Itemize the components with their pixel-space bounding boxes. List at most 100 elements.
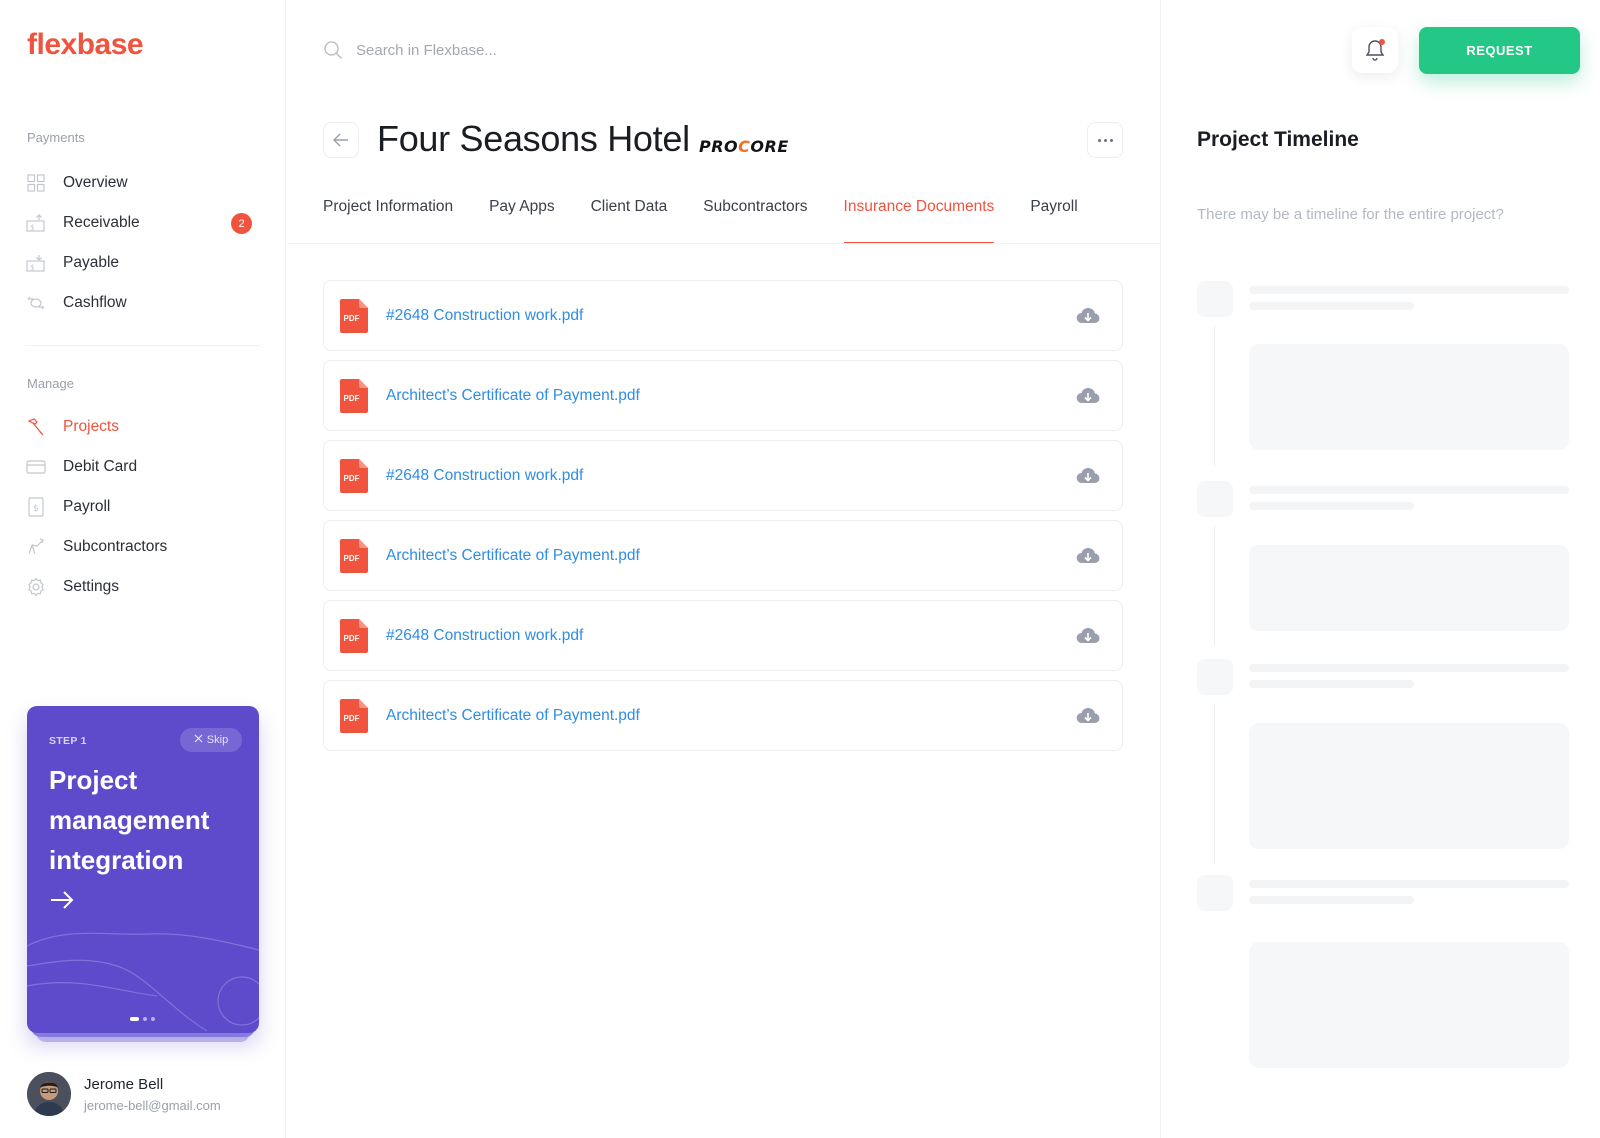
notification-dot	[1379, 39, 1385, 45]
skeleton-line	[1249, 502, 1414, 510]
sidebar-item-payable[interactable]: $ Payable	[26, 243, 260, 283]
document-row[interactable]: PDF Architect’s Certificate of Payment.pd…	[323, 520, 1123, 591]
document-row[interactable]: PDF #2648 Construction work.pdf	[323, 280, 1123, 351]
pagination-dot-active[interactable]	[130, 1017, 139, 1021]
project-tabs: Project Information Pay Apps Client Data…	[323, 194, 1114, 244]
sidebar-item-label: Settings	[63, 578, 120, 595]
hammer-icon	[26, 417, 46, 437]
svg-text:$: $	[30, 264, 34, 272]
avatar[interactable]	[27, 1072, 71, 1116]
timeline-hint: There may be a timeline for the entire p…	[1197, 206, 1504, 223]
skeleton-connector	[1214, 326, 1215, 466]
gear-icon	[26, 577, 46, 597]
document-list: PDF #2648 Construction work.pdf PDF Archite…	[323, 280, 1123, 760]
promo-step: STEP 1	[49, 735, 87, 747]
sidebar-item-debit-card[interactable]: Debit Card	[26, 447, 260, 487]
brand-logo-part: ORE	[750, 137, 789, 156]
sidebar-item-label: Receivable	[63, 214, 140, 231]
pdf-file-icon: PDF	[340, 298, 368, 333]
document-row[interactable]: PDF Architect’s Certificate of Payment.pd…	[323, 680, 1123, 751]
document-link[interactable]: Architect’s Certificate of Payment.pdf	[386, 547, 640, 565]
project-timeline-panel: REQUEST Project Timeline There may be a …	[1160, 0, 1600, 1138]
pdf-file-icon: PDF	[340, 458, 368, 493]
cashflow-icon	[26, 293, 46, 313]
payroll-icon: $	[26, 497, 46, 517]
cloud-download-icon[interactable]	[1076, 305, 1100, 327]
promo-skip-button[interactable]: Skip	[180, 728, 242, 752]
tab-project-information[interactable]: Project Information	[323, 194, 453, 244]
skeleton-block	[1197, 281, 1233, 317]
nav-section-manage: Manage	[27, 376, 74, 391]
arrow-left-icon	[333, 133, 348, 147]
document-link[interactable]: #2648 Construction work.pdf	[386, 307, 583, 325]
promo-card[interactable]: STEP 1 Skip Project management integrati…	[27, 706, 259, 1033]
sidebar-item-cashflow[interactable]: Cashflow	[26, 283, 260, 323]
pagination-dot[interactable]	[151, 1017, 155, 1021]
user-name: Jerome Bell	[84, 1075, 164, 1093]
user-profile[interactable]: Jerome Bell jerome-bell@gmail.com	[27, 1072, 221, 1116]
tab-payroll[interactable]: Payroll	[1030, 194, 1077, 244]
app-logo[interactable]: flexbase	[27, 28, 144, 62]
brand-logo-part: C	[738, 137, 751, 156]
cloud-download-icon[interactable]	[1076, 705, 1100, 727]
cloud-download-icon[interactable]	[1076, 385, 1100, 407]
sidebar-item-label: Overview	[63, 174, 128, 191]
pdf-file-icon: PDF	[340, 378, 368, 413]
document-row[interactable]: PDF #2648 Construction work.pdf	[323, 440, 1123, 511]
sidebar: flexbase Payments Overview $ Receivable …	[0, 0, 286, 1138]
more-options-button[interactable]	[1087, 122, 1123, 158]
back-button[interactable]	[323, 122, 359, 158]
sidebar-item-settings[interactable]: Settings	[26, 567, 260, 607]
cloud-download-icon[interactable]	[1076, 625, 1100, 647]
sidebar-item-overview[interactable]: Overview	[26, 163, 260, 203]
tab-pay-apps[interactable]: Pay Apps	[489, 194, 555, 244]
sidebar-item-projects[interactable]: Projects	[26, 407, 260, 447]
document-link[interactable]: Architect’s Certificate of Payment.pdf	[386, 387, 640, 405]
search-input[interactable]	[356, 41, 656, 59]
document-row[interactable]: PDF Architect’s Certificate of Payment.pd…	[323, 360, 1123, 431]
pdf-file-type: PDF	[344, 314, 360, 323]
cloud-download-icon[interactable]	[1076, 545, 1100, 567]
pdf-file-type: PDF	[344, 714, 360, 723]
skeleton-block	[1197, 875, 1233, 911]
skeleton-line	[1249, 286, 1569, 294]
notifications-button[interactable]	[1352, 27, 1398, 73]
promo-pagination	[130, 1017, 155, 1021]
subcontractors-icon	[26, 537, 46, 557]
sidebar-item-subcontractors[interactable]: Subcontractors	[26, 527, 260, 567]
pagination-dot[interactable]	[143, 1017, 147, 1021]
skeleton-connector	[1214, 704, 1215, 864]
pdf-file-type: PDF	[344, 394, 360, 403]
skeleton-block	[1249, 545, 1569, 631]
skeleton-line	[1249, 880, 1569, 888]
document-link[interactable]: Architect’s Certificate of Payment.pdf	[386, 707, 640, 725]
sidebar-item-label: Debit Card	[63, 458, 138, 475]
tab-subcontractors[interactable]: Subcontractors	[703, 194, 807, 244]
promo-waves-decoration	[27, 932, 259, 1032]
nav-payments: Overview $ Receivable 2 $ Payable Cashfl…	[26, 163, 260, 323]
skeleton-block	[1197, 481, 1233, 517]
sidebar-item-label: Cashflow	[63, 294, 127, 311]
timeline-title: Project Timeline	[1197, 128, 1359, 151]
document-row[interactable]: PDF #2648 Construction work.pdf	[323, 600, 1123, 671]
cloud-download-icon[interactable]	[1076, 465, 1100, 487]
more-dots-icon	[1103, 138, 1107, 142]
page-title: Four Seasons Hotel	[377, 118, 690, 159]
nav-manage: Projects Debit Card $ Payroll Subcontrac…	[26, 407, 260, 607]
document-link[interactable]: #2648 Construction work.pdf	[386, 627, 583, 645]
more-dots-icon	[1109, 138, 1113, 142]
user-info: Jerome Bell jerome-bell@gmail.com	[84, 1076, 221, 1113]
tab-insurance-documents[interactable]: Insurance Documents	[843, 194, 994, 244]
payable-icon: $	[26, 253, 46, 273]
tabs-divider	[287, 243, 1160, 244]
sidebar-item-label: Payable	[63, 254, 120, 271]
search-icon	[324, 41, 342, 59]
sidebar-item-receivable[interactable]: $ Receivable 2	[26, 203, 260, 243]
skeleton-line	[1249, 486, 1569, 494]
pdf-file-type: PDF	[344, 474, 360, 483]
tab-client-data[interactable]: Client Data	[591, 194, 668, 244]
pdf-file-type: PDF	[344, 554, 360, 563]
request-button[interactable]: REQUEST	[1419, 27, 1580, 74]
sidebar-item-payroll[interactable]: $ Payroll	[26, 487, 260, 527]
document-link[interactable]: #2648 Construction work.pdf	[386, 467, 583, 485]
